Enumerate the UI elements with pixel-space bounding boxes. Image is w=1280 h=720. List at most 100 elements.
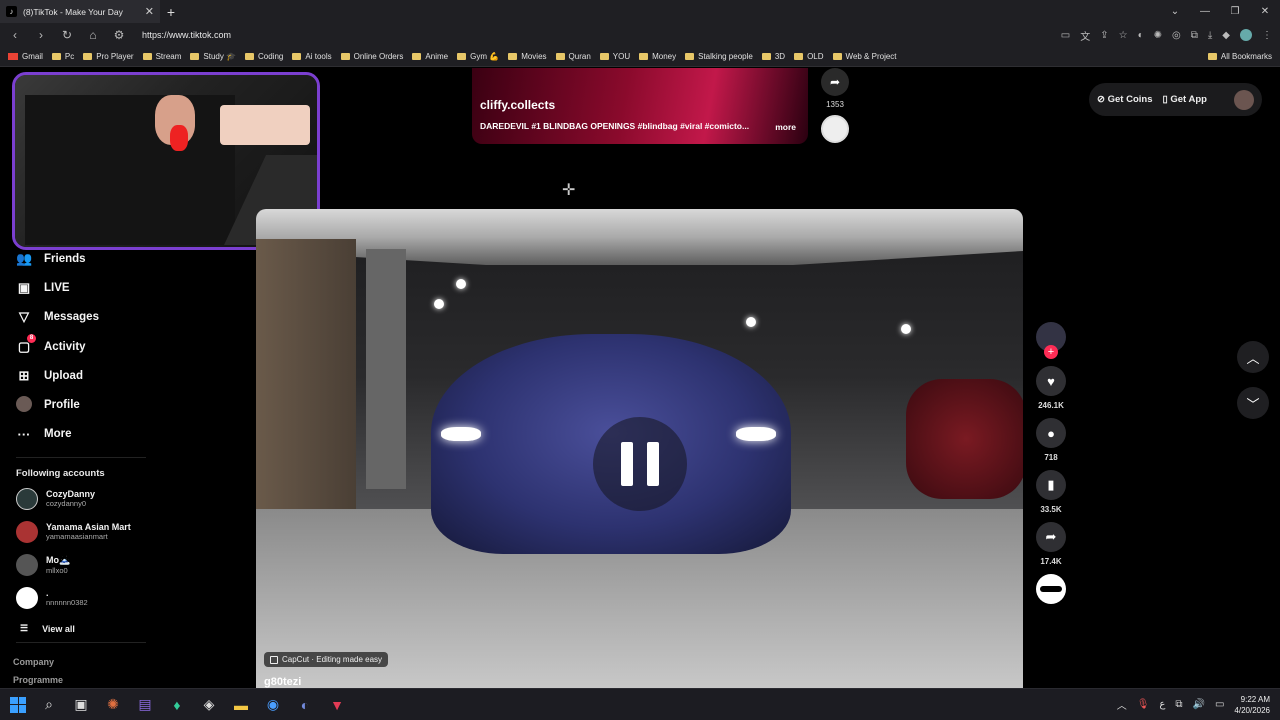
bookmark-star-icon[interactable]: ☆ <box>1119 30 1128 41</box>
get-app-button[interactable]: ▯ Get App <box>1162 94 1206 105</box>
bookmark-folder[interactable]: OLD <box>794 52 824 61</box>
file-explorer-icon[interactable]: ▬ <box>232 697 250 713</box>
tab-close-icon[interactable]: ✕ <box>145 5 154 18</box>
browser-menu-icon[interactable]: ⋮ <box>1262 30 1272 41</box>
minimize-icon[interactable]: — <box>1190 6 1220 17</box>
bookmark-folder[interactable]: Gym 💪 <box>457 52 499 61</box>
bookmark-folder[interactable]: Online Orders <box>340 52 403 61</box>
url-field[interactable]: https://www.tiktok.com <box>142 30 231 40</box>
view-all-link[interactable]: ☰ View all <box>0 611 250 634</box>
user-avatar[interactable] <box>1234 89 1254 110</box>
bookmark-folder[interactable]: 3D <box>761 52 785 61</box>
sidebar-item-friends[interactable]: 👥 Friends <box>0 244 250 273</box>
clipboard-app-icon[interactable]: ▣ <box>72 696 90 713</box>
pause-button[interactable] <box>593 417 687 511</box>
extension-2-icon[interactable]: ✺ <box>1154 30 1162 41</box>
windows-start-icon[interactable] <box>10 696 26 713</box>
share-icon[interactable]: ⇪ <box>1100 30 1108 41</box>
bookmark-folder[interactable]: Study 🎓 <box>190 52 236 61</box>
get-coins-button[interactable]: ⊘ Get Coins <box>1097 94 1152 105</box>
author-avatar[interactable]: + <box>1036 322 1066 359</box>
claude-app-icon[interactable]: ✺ <box>104 696 122 713</box>
app-icon[interactable]: ▼ <box>328 697 346 713</box>
bookmark-icon[interactable]: ▮ <box>1036 470 1066 500</box>
app-icon[interactable]: ♦ <box>168 697 186 713</box>
bookmark-folder[interactable]: Ai tools <box>292 52 332 61</box>
home-icon[interactable]: ⌂ <box>86 28 100 42</box>
site-info-icon[interactable]: ⚙ <box>112 28 126 42</box>
footer-link-company[interactable]: Company <box>0 657 250 667</box>
music-disc-icon[interactable] <box>1036 574 1066 604</box>
bookmark-folder[interactable]: Web & Project <box>832 52 897 61</box>
app-icon[interactable]: ▤ <box>136 696 154 713</box>
chevron-down-icon[interactable]: ﹀ <box>1237 387 1269 419</box>
volume-icon[interactable]: 🔊 <box>1193 699 1205 710</box>
browser-app-icon[interactable]: ◉ <box>264 696 282 713</box>
restore-icon[interactable]: ❐ <box>1220 6 1250 17</box>
video-username[interactable]: g80tezi <box>264 676 301 688</box>
new-tab-button[interactable]: + <box>160 4 182 20</box>
bookmark-folder[interactable]: Coding <box>245 52 283 61</box>
forward-icon[interactable]: › <box>34 28 48 42</box>
discord-icon[interactable]: ◐ <box>296 697 314 713</box>
sidebar-item-more[interactable]: ··· More <box>0 420 250 449</box>
previous-video-card[interactable]: cliffy.collects DAREDEVIL #1 BLINDBAG OP… <box>472 68 808 144</box>
folder-icon <box>599 53 609 60</box>
cast-icon[interactable]: ▭ <box>1061 30 1070 41</box>
music-avatar[interactable] <box>821 115 849 143</box>
following-account[interactable]: CozyDanny cozydanny0 <box>0 479 250 512</box>
browser-profile-avatar[interactable] <box>1240 29 1252 41</box>
chevron-up-icon[interactable]: ︿ <box>1237 341 1269 373</box>
tray-overflow-icon[interactable]: ︿ <box>1117 697 1127 712</box>
comment-icon[interactable]: ● <box>1036 418 1066 448</box>
tab-search-icon[interactable]: ⌄ <box>1160 6 1190 17</box>
share-icon[interactable]: ➦ <box>1036 522 1066 552</box>
following-account[interactable]: . nnnnnn0382 <box>0 578 250 611</box>
sidebar-item-live[interactable]: ▣ LIVE <box>0 273 250 302</box>
bookmark-folder[interactable]: Pro Player <box>83 52 134 61</box>
following-account[interactable]: Mo🗻 mllxo0 <box>0 545 250 578</box>
bookmark-folder[interactable]: Pc <box>51 52 74 61</box>
browser-tab-tiktok[interactable]: ♪ (8)TikTok - Make Your Day ✕ <box>0 0 160 23</box>
extension-3-icon[interactable]: ◎ <box>1172 30 1181 41</box>
extension-icon[interactable]: ◐ <box>1138 30 1144 41</box>
bookmark-folder[interactable]: Stalking people <box>685 52 753 61</box>
battery-icon[interactable]: ▭ <box>1215 699 1224 710</box>
prev-video-more-link[interactable]: more <box>775 122 796 132</box>
translate-icon[interactable]: 文 <box>1080 28 1090 43</box>
search-icon[interactable]: ⌕ <box>40 696 58 713</box>
bookmark-folder[interactable]: Movies <box>508 52 547 61</box>
following-account[interactable]: Yamama Asian Mart yamamaasianmart <box>0 512 250 545</box>
network-icon[interactable]: ⧉ <box>1175 699 1182 710</box>
video-player[interactable]: CapCut · Editing made easy g80tezi <box>256 209 1023 688</box>
close-window-icon[interactable]: ✕ <box>1250 6 1280 17</box>
microphone-icon[interactable]: 🎙 <box>1137 699 1150 710</box>
folder-icon <box>83 53 93 60</box>
share-arrow-icon[interactable]: ➦ <box>821 68 849 96</box>
bookmark-folder[interactable]: Stream <box>142 52 181 61</box>
heart-icon[interactable]: ♥ <box>1036 366 1066 396</box>
language-icon[interactable]: ع <box>1159 699 1165 710</box>
clock[interactable]: 9:22 AM 4/20/2026 <box>1234 694 1270 716</box>
capcut-tag[interactable]: CapCut · Editing made easy <box>264 652 389 667</box>
sidebar-item-profile[interactable]: Profile <box>0 390 250 419</box>
sidebar-item-upload[interactable]: ⊞ Upload <box>0 361 250 390</box>
back-icon[interactable]: ‹ <box>8 28 22 42</box>
download-icon[interactable]: ⤓ <box>1208 30 1212 41</box>
bookmark-gmail[interactable]: Gmail <box>8 52 43 61</box>
extensions-puzzle-icon[interactable]: ⧉ <box>1191 30 1198 41</box>
sidebar-item-messages[interactable]: ▽ Messages <box>0 303 250 332</box>
all-bookmarks[interactable]: All Bookmarks <box>1207 52 1272 61</box>
prev-video-username[interactable]: cliffy.collects <box>480 98 555 112</box>
follow-plus-icon[interactable]: + <box>1044 345 1058 359</box>
folder-icon <box>794 53 804 60</box>
sidebar-item-activity[interactable]: ▢ 8 Activity <box>0 332 250 361</box>
app-icon[interactable]: ◈ <box>200 696 218 713</box>
bookmark-folder[interactable]: Quran <box>555 52 591 61</box>
bookmark-folder[interactable]: Anime <box>412 52 448 61</box>
reload-icon[interactable]: ↻ <box>60 28 74 42</box>
extension-4-icon[interactable]: ◆ <box>1222 30 1230 41</box>
footer-link-programme[interactable]: Programme <box>0 675 250 685</box>
bookmark-folder[interactable]: Money <box>639 52 676 61</box>
bookmark-folder[interactable]: YOU <box>599 52 630 61</box>
